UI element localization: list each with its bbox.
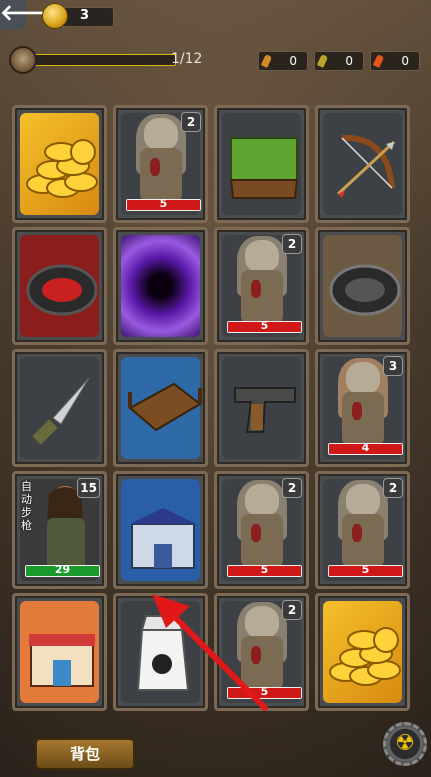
- board-cell-grass[interactable]: [214, 105, 309, 223]
- health-bar: 5: [227, 319, 302, 333]
- board-cell-zombie[interactable]: 25: [214, 471, 309, 589]
- board-cell-bridge[interactable]: [113, 349, 208, 467]
- board-cell-trap-grey[interactable]: [315, 227, 410, 345]
- ammo-count: 0: [289, 54, 297, 68]
- back-button[interactable]: 🡐: [0, 0, 59, 30]
- health-value: 29: [54, 563, 71, 576]
- radiation-icon: ☢: [395, 731, 415, 756]
- board-cell-bow[interactable]: [315, 105, 410, 223]
- board-cell-trap-red[interactable]: [12, 227, 107, 345]
- health-bar: 29: [25, 563, 100, 577]
- ammo-count: 0: [401, 54, 409, 68]
- ammo-count: 0: [345, 54, 353, 68]
- bullet-icon: [260, 54, 273, 68]
- board-cell-zombie[interactable]: 25: [315, 471, 410, 589]
- level-badge: 2: [282, 600, 302, 620]
- weapon-label: 自动步枪: [21, 480, 32, 532]
- backpack-button[interactable]: 背包: [35, 738, 135, 770]
- board-cell-zombie-fur[interactable]: 34: [315, 349, 410, 467]
- health-value: 5: [159, 197, 168, 210]
- top-bar: 🡐 3: [0, 0, 431, 32]
- health-bar: 5: [328, 563, 403, 577]
- coin-icon: [42, 3, 68, 29]
- bullet-icon: [316, 54, 329, 68]
- ammo-slot-3: 0: [370, 51, 420, 71]
- health-bar: 4: [328, 441, 403, 455]
- level-badge: 2: [181, 112, 201, 132]
- health-value: 5: [260, 319, 269, 332]
- ammo-slot-2: 0: [314, 51, 364, 71]
- board-cell-police[interactable]: [113, 471, 208, 589]
- board-cell-zombie[interactable]: 25: [214, 593, 309, 711]
- health-value: 5: [260, 685, 269, 698]
- board-cell-pistol[interactable]: [214, 349, 309, 467]
- game-board: 2 5 2 5 3 4 自动步枪 15 29 2 5 2 5 2 5: [12, 105, 417, 720]
- bullet-icon: [372, 54, 385, 68]
- level-badge: 2: [282, 478, 302, 498]
- board-cell-coins[interactable]: [315, 593, 410, 711]
- health-value: 4: [361, 441, 370, 454]
- board-cell-zombie[interactable]: 25: [113, 105, 208, 223]
- health-bar: 5: [227, 563, 302, 577]
- health-bar: 5: [126, 197, 201, 211]
- health-bar: 5: [227, 685, 302, 699]
- nuke-button[interactable]: ☢: [383, 722, 427, 766]
- progress-track: [21, 54, 176, 66]
- health-value: 5: [361, 563, 370, 576]
- progress-text: 1/12: [171, 51, 203, 67]
- board-cell-portal[interactable]: [113, 227, 208, 345]
- level-badge: 2: [383, 478, 403, 498]
- board-cell-milk[interactable]: [113, 593, 208, 711]
- board-cell-survivor[interactable]: 自动步枪 15 29: [12, 471, 107, 589]
- zombie-head-icon: [9, 46, 37, 74]
- health-value: 5: [260, 563, 269, 576]
- ammo-slot-1: 0: [258, 51, 308, 71]
- board-cell-coins[interactable]: [12, 105, 107, 223]
- board-cell-knife[interactable]: [12, 349, 107, 467]
- coin-count: 3: [80, 8, 90, 23]
- level-badge: 15: [77, 478, 100, 498]
- wave-progress: [9, 46, 176, 74]
- level-badge: 3: [383, 356, 403, 376]
- board-cell-shop[interactable]: [12, 593, 107, 711]
- level-badge: 2: [282, 234, 302, 254]
- board-cell-zombie[interactable]: 25: [214, 227, 309, 345]
